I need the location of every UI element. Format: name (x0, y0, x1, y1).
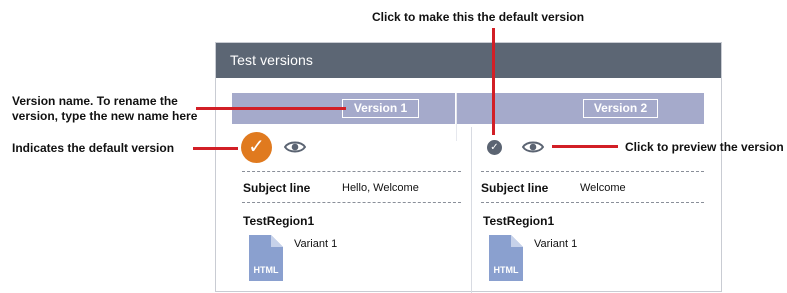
variant-label[interactable]: Variant 1 (534, 238, 577, 250)
document-type-label: HTML (253, 265, 279, 275)
default-version-check-icon[interactable]: ✓ (241, 132, 272, 163)
panel-title: Test versions (230, 52, 313, 68)
preview-eye-icon[interactable] (522, 140, 544, 154)
html-document-icon[interactable]: HTML (489, 235, 523, 281)
version-1-name-field[interactable]: Version 1 (342, 99, 419, 118)
subject-line-label: Subject line (481, 181, 549, 195)
version-2-name-field[interactable]: Version 2 (583, 99, 658, 118)
region-title: TestRegion1 (483, 214, 555, 228)
document-type-label: HTML (493, 265, 519, 275)
row-divider (481, 171, 704, 172)
test-versions-panel: Test versions Version 1 Version 2 ✓ ✓ Su… (215, 42, 722, 293)
rename-callout-pointer (196, 107, 346, 110)
default-indicator-callout: Indicates the default version (12, 141, 175, 155)
preview-pointer (552, 145, 618, 148)
make-default-pointer (492, 28, 495, 135)
make-default-check-icon[interactable]: ✓ (487, 140, 502, 155)
subject-line-value[interactable]: Hello, Welcome (342, 182, 419, 194)
preview-callout: Click to preview the version (625, 140, 784, 154)
panel-header: Test versions (216, 43, 721, 78)
variant-label[interactable]: Variant 1 (294, 238, 337, 250)
row-divider (242, 202, 461, 203)
region-title: TestRegion1 (243, 214, 315, 228)
subject-line-value[interactable]: Welcome (580, 182, 626, 194)
preview-eye-icon[interactable] (284, 140, 306, 154)
make-default-callout: Click to make this the default version (372, 10, 585, 24)
subject-line-label: Subject line (243, 181, 311, 195)
html-document-icon[interactable]: HTML (249, 235, 283, 281)
column-divider (471, 127, 472, 293)
rename-callout-line-2: version, type the new name here (12, 109, 198, 123)
default-indicator-pointer (193, 147, 238, 150)
row-divider (242, 171, 461, 172)
row-divider (481, 202, 704, 203)
rename-callout-line-1: Version name. To rename the (12, 94, 178, 108)
